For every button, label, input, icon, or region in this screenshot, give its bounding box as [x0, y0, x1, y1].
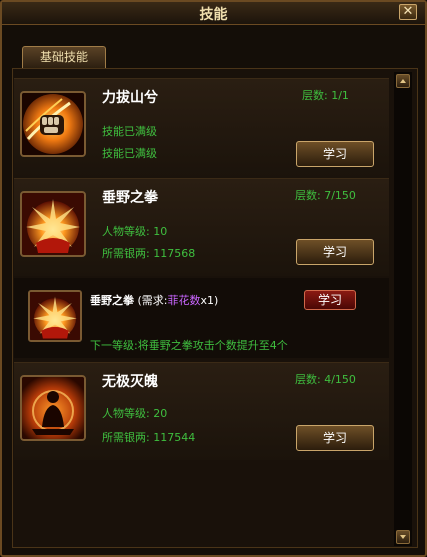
skill-info-line2: 所需银两: 117568 — [102, 247, 196, 260]
sub-skill-requirement: 垂野之拳 (需求:菲花数x1) — [90, 294, 219, 307]
skill-name: 垂野之拳 — [102, 190, 158, 206]
next-level-description: 下一等级:将垂野之拳攻击个数提升至4个 — [90, 339, 288, 352]
skill-info-line1: 人物等级: 10 — [102, 225, 168, 238]
skill-name: 力拔山兮 — [102, 90, 158, 106]
sub-skill-row: 垂野之拳 (需求:菲花数x1) 学习 下一等级:将垂野之拳攻击个数提升至4个 — [14, 278, 389, 358]
skill-tiers: 层数: 7/150 — [295, 189, 356, 202]
silhouette-icon[interactable] — [20, 375, 86, 441]
arrow-up-icon — [400, 79, 406, 83]
skill-info-line1: 人物等级: 20 — [102, 407, 168, 420]
arrow-down-icon — [400, 535, 406, 539]
skill-info-line2: 所需银两: 117544 — [102, 431, 196, 444]
fist-icon[interactable] — [20, 91, 86, 157]
skill-row-2: 垂野之拳 层数: 7/150 人物等级: 10 所需银两: 117568 学习 — [14, 178, 389, 276]
learn-button[interactable]: 学习 — [296, 239, 374, 265]
required-item: 菲花数 — [167, 294, 201, 307]
explosion-icon[interactable] — [28, 290, 82, 342]
skill-row-3: 无极灭魄 层数: 4/150 人物等级: 20 所需银两: 117544 学习 — [14, 362, 389, 460]
skill-info-line1: 技能已满级 — [102, 125, 157, 138]
skill-row-1: 力拔山兮 层数: 1/1 技能已满级 技能已满级 学习 — [14, 78, 389, 178]
scroll-down-button[interactable] — [396, 530, 410, 544]
tab-basic-skills[interactable]: 基础技能 — [22, 46, 106, 68]
skill-tiers: 层数: 1/1 — [302, 89, 349, 102]
skill-tiers: 层数: 4/150 — [295, 373, 356, 386]
title-bar[interactable]: 技能 ✕ — [2, 2, 425, 25]
explosion-icon[interactable] — [20, 191, 86, 257]
learn-button[interactable]: 学习 — [296, 425, 374, 451]
scroll-up-button[interactable] — [396, 74, 410, 88]
window-title: 技能 — [199, 7, 228, 23]
learn-button[interactable]: 学习 — [296, 141, 374, 167]
close-button[interactable]: ✕ — [399, 4, 417, 20]
skill-window: 技能 ✕ 基础技能 力拔山兮 层数: 1/1 技能已满级 技能已满级 学习 垂野… — [0, 0, 427, 557]
skill-name: 无极灭魄 — [102, 374, 158, 390]
scrollbar[interactable] — [394, 72, 412, 546]
sub-learn-button[interactable]: 学习 — [304, 290, 356, 310]
skill-info-line2: 技能已满级 — [102, 147, 157, 160]
